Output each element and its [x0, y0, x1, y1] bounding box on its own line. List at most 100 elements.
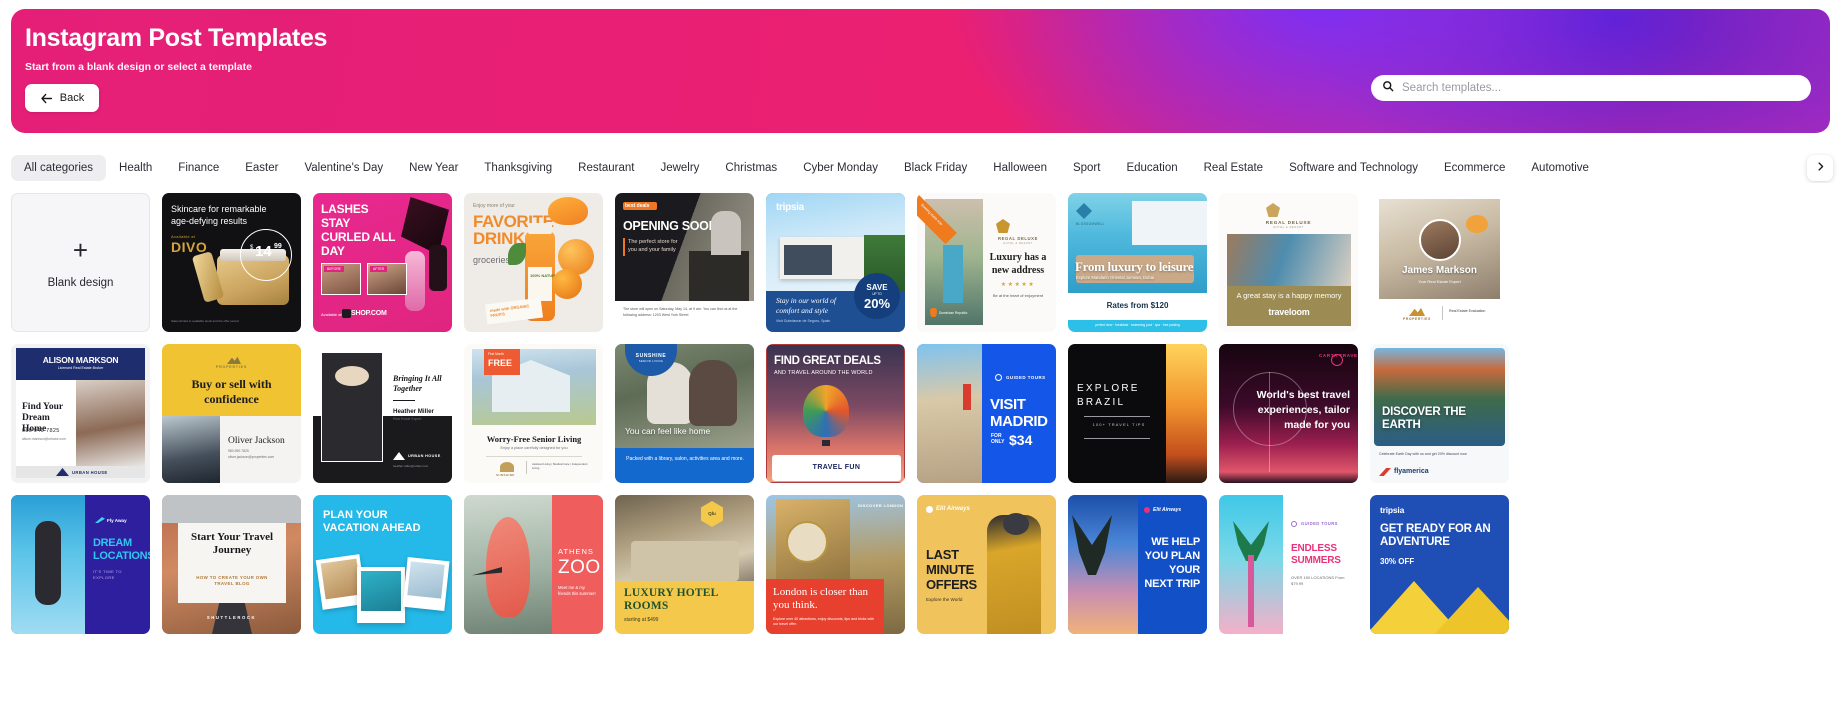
- template-card[interactable]: Start Your Travel Journey HOW TO CREATE …: [162, 495, 301, 634]
- category-tab-halloween[interactable]: Halloween: [980, 155, 1060, 181]
- template-card[interactable]: FIND GREAT DEALS AND TRAVEL AROUND THE W…: [766, 344, 905, 483]
- template-card[interactable]: Qlu LUXURY HOTEL ROOMS starting at $499: [615, 495, 754, 634]
- category-tab-ecommerce[interactable]: Ecommerce: [1431, 155, 1518, 181]
- template-card[interactable]: ALISON MARKSON Licensed Real Estate Brok…: [11, 344, 150, 483]
- check-icon: [1291, 521, 1297, 527]
- price-cents: 99: [274, 243, 282, 250]
- traveler-head: [1003, 513, 1029, 535]
- template-card[interactable]: CARTA TRAVEL World's best travel experie…: [1219, 344, 1358, 483]
- category-tab-finance[interactable]: Finance: [165, 155, 232, 181]
- template-brand: REGAL DELUXE: [998, 236, 1038, 241]
- template-card[interactable]: Enjoy more of your FAVORITE DRINK grocer…: [464, 193, 603, 332]
- template-card[interactable]: BLOSSOMWELL From luxury to leisure Explo…: [1068, 193, 1207, 332]
- blank-design-card[interactable]: + Blank design: [11, 193, 150, 332]
- template-card[interactable]: PLAN YOUR VACATION AHEAD: [313, 495, 452, 634]
- accent-bar: [623, 238, 625, 256]
- category-tab-valentines-day[interactable]: Valentine's Day: [291, 155, 396, 181]
- template-card[interactable]: James Markson Your Real Estate Expert PR…: [1370, 193, 1509, 332]
- resort-building: [1132, 201, 1207, 245]
- template-card[interactable]: Fly Away DREAM LOCATIONS IT'S TIME TO EX…: [11, 495, 150, 634]
- template-card[interactable]: tripsia Stay in our world of comfort and…: [766, 193, 905, 332]
- category-tab-education[interactable]: Education: [1113, 155, 1190, 181]
- template-subhead: IT'S TIME TO EXPLORE: [93, 569, 122, 580]
- template-card[interactable]: Elit Airways WE HELP YOU PLAN YOUR NEXT …: [1068, 495, 1207, 634]
- bottle-cap: [528, 223, 552, 234]
- category-tabs[interactable]: All categories Health Finance Easter Val…: [0, 153, 1841, 183]
- template-headline: A great stay is a happy memory: [1236, 291, 1342, 300]
- category-tab-thanksgiving[interactable]: Thanksgiving: [471, 155, 565, 181]
- template-headline: LASHES STAY CURLED ALL DAY: [321, 202, 395, 258]
- template-card[interactable]: LASHES STAY CURLED ALL DAY BEFORE AFTER …: [313, 193, 452, 332]
- avatar: [1419, 219, 1461, 261]
- template-card[interactable]: First Month FREE Worry-Free Senior Livin…: [464, 344, 603, 483]
- template-headline: Luxury has a new address: [989, 252, 1047, 276]
- template-services: Assisted Living / Medical Care / Indepen…: [532, 462, 588, 471]
- template-card[interactable]: Bringing It All Together Heather Miller …: [313, 344, 452, 483]
- back-button[interactable]: Back: [25, 84, 99, 112]
- search-bar[interactable]: [1371, 75, 1811, 101]
- category-tab-real-estate[interactable]: Real Estate: [1191, 155, 1276, 181]
- template-photo: [1068, 495, 1138, 634]
- template-headline: GET READY FOR AN ADVENTURE: [1380, 523, 1491, 548]
- blank-design-label: Blank design: [47, 276, 114, 289]
- template-subhead: The perfect store for you and your famil…: [628, 239, 678, 253]
- orange-slice: [548, 197, 588, 225]
- template-location: Dominican Republic: [939, 311, 968, 315]
- agent-photo: [162, 416, 220, 483]
- category-tab-restaurant[interactable]: Restaurant: [565, 155, 647, 181]
- category-tabs-next-button[interactable]: [1807, 155, 1833, 181]
- template-card[interactable]: DISCOVER LONDON London is closer than yo…: [766, 495, 905, 634]
- polaroid-3-photo: [407, 561, 445, 599]
- category-tab-new-year[interactable]: New Year: [396, 155, 471, 181]
- bed: [631, 541, 739, 581]
- category-tab-christmas[interactable]: Christmas: [712, 155, 790, 181]
- template-card[interactable]: REGAL DELUXE HOTEL & RESORT A great stay…: [1219, 193, 1358, 332]
- pool: [943, 245, 963, 303]
- polaroid-1-photo: [320, 558, 362, 600]
- template-brand: URBAN HOUSE: [72, 470, 108, 475]
- polaroid-2-photo: [361, 571, 401, 611]
- template-subhead: OVER 150 LOCATIONS From $79.99: [1291, 575, 1345, 586]
- category-tab-jewelry[interactable]: Jewelry: [647, 155, 712, 181]
- template-card[interactable]: EXPLORE BRAZIL 100+ TRAVEL TIPS: [1068, 344, 1207, 483]
- template-subhead: Meet me & my friends this summer!: [558, 585, 596, 597]
- template-card[interactable]: GUIDED TOURS ENDLESS SUMMERS OVER 150 LO…: [1219, 495, 1358, 634]
- template-service: Real Estate Evaluation: [1449, 309, 1486, 313]
- template-headline: FIND GREAT DEALS: [774, 355, 881, 367]
- template-subhead: Enjoy a place carefully designed for you: [500, 446, 568, 450]
- before-label: BEFORE: [324, 266, 344, 272]
- category-tab-automotive[interactable]: Automotive: [1518, 155, 1602, 181]
- divider: [393, 400, 415, 402]
- template-subhead: HOW TO CREATE YOUR OWN TRAVEL BLOG: [196, 575, 268, 587]
- promo-badge-label: FREE: [488, 358, 513, 368]
- template-footnote: The store will open on Saturday, May 14,…: [623, 307, 738, 317]
- template-card[interactable]: GUIDED TOURS VISIT MADRID FOR ONLY $34: [917, 344, 1056, 483]
- category-tab-sport[interactable]: Sport: [1060, 155, 1114, 181]
- leaf: [508, 243, 526, 265]
- flamingo: [486, 517, 530, 617]
- category-tab-black-friday[interactable]: Black Friday: [891, 155, 980, 181]
- template-card[interactable]: ATHENS ZOO Meet me & my friends this sum…: [464, 495, 603, 634]
- template-card[interactable]: DISCOVER THE EARTH Celebrate Earth Day w…: [1370, 344, 1509, 483]
- back-button-label: Back: [59, 92, 85, 104]
- rating-stars: ★★★★★: [1000, 282, 1036, 288]
- category-tab-cyber-monday[interactable]: Cyber Monday: [790, 155, 891, 181]
- search-input[interactable]: [1402, 82, 1800, 94]
- category-tab-easter[interactable]: Easter: [232, 155, 291, 181]
- template-card[interactable]: SUNSHINE SENIOR LIVING You can feel like…: [615, 344, 754, 483]
- template-card[interactable]: Booking starts now REGAL DELUXE HOTEL & …: [917, 193, 1056, 332]
- tent-right: [1432, 587, 1509, 634]
- agent-title: Your Real Estate Expert: [1418, 279, 1461, 284]
- brand-mark: [926, 506, 933, 513]
- lamp: [1466, 215, 1488, 233]
- category-tab-software-and-technology[interactable]: Software and Technology: [1276, 155, 1431, 181]
- category-tab-all-categories[interactable]: All categories: [11, 155, 107, 181]
- template-card[interactable]: Elit Airways LAST MINUTE OFFERS Explore …: [917, 495, 1056, 634]
- location-pin-icon: [930, 308, 937, 317]
- template-card[interactable]: tripsia GET READY FOR AN ADVENTURE 30% O…: [1370, 495, 1509, 634]
- agent-name: ALISON MARKSON: [42, 355, 119, 365]
- category-tab-health[interactable]: Health: [106, 155, 165, 181]
- template-card[interactable]: PROPERTIES Buy or sell with confidence O…: [162, 344, 301, 483]
- template-card[interactable]: best deals OPENING SOON The perfect stor…: [615, 193, 754, 332]
- template-card[interactable]: Skincare for remarkable age-defying resu…: [162, 193, 301, 332]
